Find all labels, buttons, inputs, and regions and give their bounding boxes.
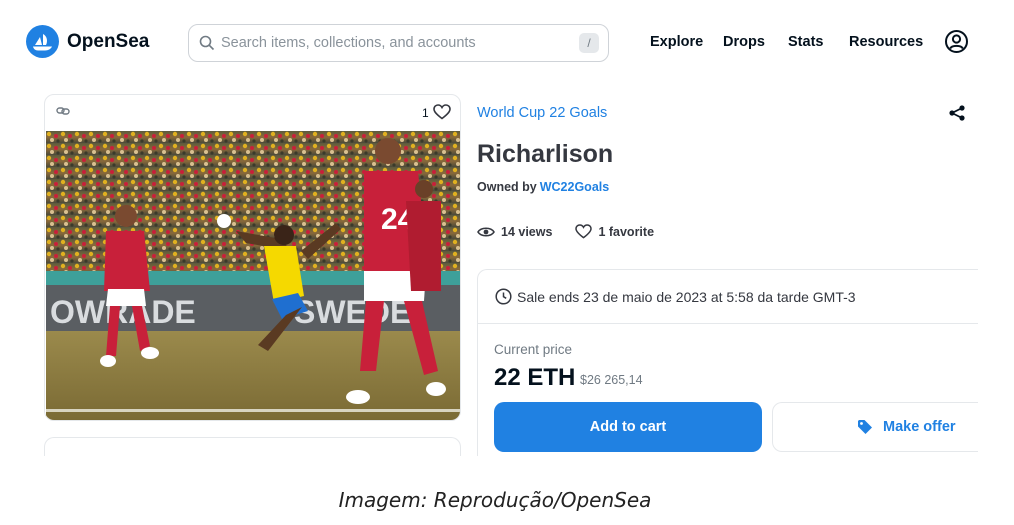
clock-icon	[495, 288, 512, 305]
search-bar[interactable]: /	[188, 24, 609, 62]
favorites-count: 1 favorite	[598, 224, 655, 239]
price-fiat: $26 265,14	[580, 373, 643, 387]
search-icon	[199, 35, 215, 51]
current-price: 22 ETH	[494, 364, 576, 391]
eye-icon	[477, 226, 495, 237]
item-title: Richarlison	[477, 140, 614, 168]
nav-drops[interactable]: Drops	[723, 34, 765, 50]
sale-end-text: Sale ends 23 de maio de 2023 at 5:58 da …	[517, 289, 856, 305]
opensea-logo[interactable]: OpenSea	[26, 25, 149, 58]
make-offer-label: Make offer	[883, 419, 956, 435]
item-card-toolbar: 1	[45, 95, 460, 131]
opensea-logo-icon	[26, 25, 59, 58]
logo-text: OpenSea	[67, 30, 150, 52]
search-input[interactable]	[221, 35, 571, 51]
chain-link-icon	[56, 107, 70, 115]
make-offer-button[interactable]: Make offer	[772, 402, 1012, 452]
top-navbar: OpenSea / Explore Drops Stats Resources	[0, 0, 1014, 86]
views-stat: 14 views	[477, 225, 552, 239]
views-count: 14 views	[501, 224, 553, 239]
nav-resources[interactable]: Resources	[849, 34, 923, 50]
share-icon[interactable]	[948, 104, 966, 122]
account-icon[interactable]	[944, 29, 969, 54]
favorite-count: 1	[422, 106, 429, 120]
owned-by-label: Owned by	[477, 180, 537, 194]
add-to-cart-button[interactable]: Add to cart	[494, 402, 762, 452]
heart-icon[interactable]	[433, 104, 451, 120]
image-caption: Imagem: Reprodução/OpenSea	[338, 488, 652, 512]
nav-explore[interactable]: Explore	[650, 34, 703, 50]
search-shortcut-key: /	[579, 33, 599, 53]
tag-icon	[858, 420, 872, 434]
heart-outline-icon	[575, 224, 593, 239]
owned-by: Owned by WC22Goals	[477, 180, 609, 194]
right-crop-mask	[978, 260, 1014, 470]
item-image[interactable]: OWRADE SWEDE 24	[46, 131, 460, 420]
favorites-stat[interactable]: 1 favorite	[575, 224, 654, 239]
current-price-label: Current price	[494, 342, 573, 357]
football-bicycle-kick-image: OWRADE SWEDE 24	[46, 131, 460, 420]
sale-end-row: Sale ends 23 de maio de 2023 at 5:58 da …	[478, 270, 998, 324]
nav-stats[interactable]: Stats	[788, 34, 823, 50]
owner-link[interactable]: WC22Goals	[540, 180, 609, 194]
item-stats: 14 views 1 favorite	[477, 224, 654, 239]
collection-link[interactable]: World Cup 22 Goals	[477, 105, 607, 121]
item-media-card: 1 OWRADE SWEDE 24	[44, 94, 461, 421]
